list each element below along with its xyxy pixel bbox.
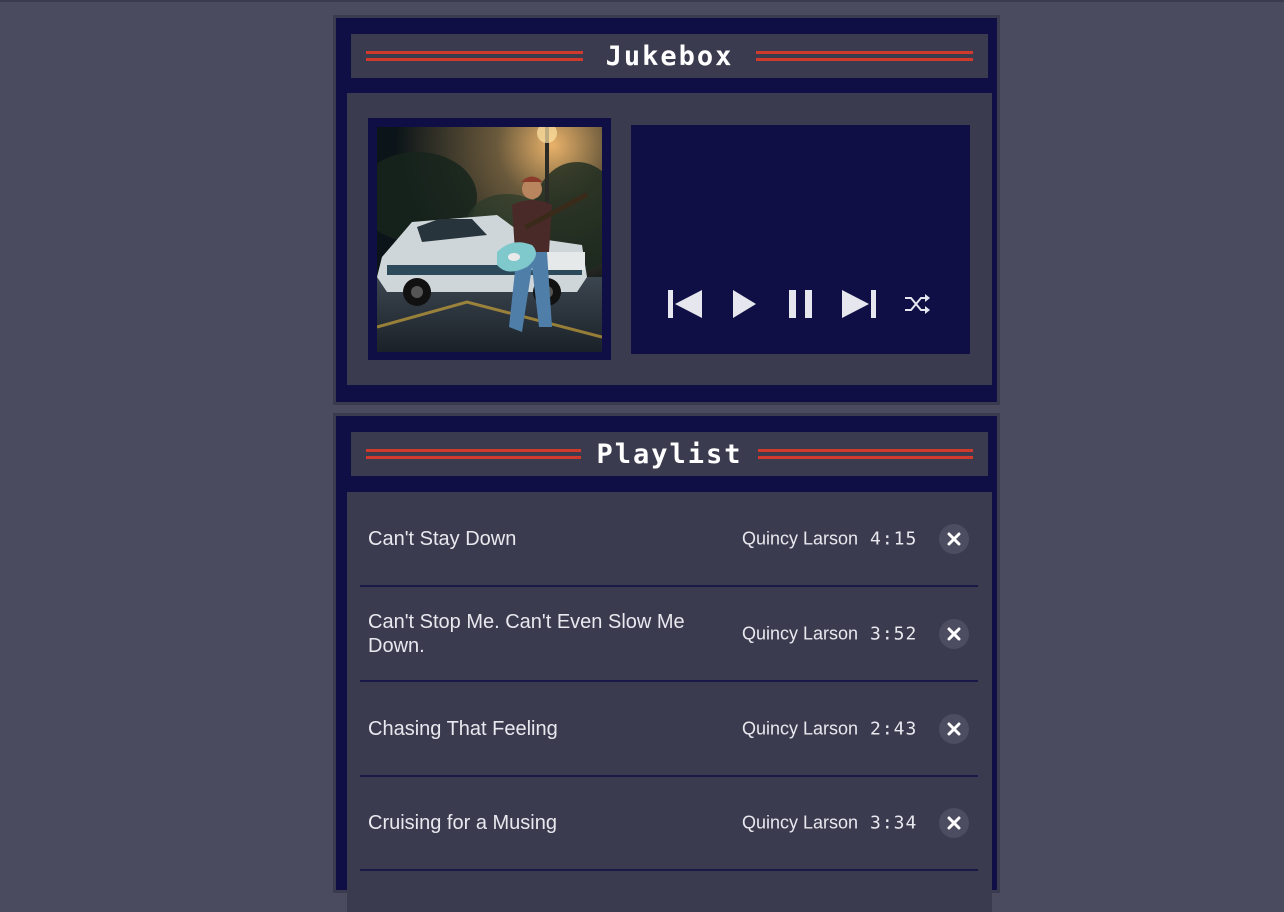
album-art-image [377,127,602,352]
shuffle-icon [904,294,930,314]
song-duration: 2:43 [870,718,918,739]
playlist-song[interactable]: Can't Stop Me. Can't Even Slow Me Down. … [360,587,978,682]
skip-previous-icon [667,290,702,318]
player-display [631,125,970,354]
player-title: Jukebox [605,40,734,72]
delete-song-button[interactable] [939,523,969,554]
song-title: Can't Stay Down [368,527,517,550]
shuffle-button[interactable] [888,284,946,324]
close-icon [947,722,961,735]
playlist-list: Can't Stay Down Quincy Larson 4:15 Can't… [347,492,992,912]
playlist-song[interactable]: Can't Stay Down Quincy Larson 4:15 [360,492,978,587]
song-artist: Quincy Larson [742,812,859,832]
album-art-frame [368,118,611,360]
song-duration: 3:34 [870,812,918,833]
song-artist: Quincy Larson [742,528,859,548]
delete-song-button[interactable] [939,618,969,649]
song-artist: Quincy Larson [742,623,859,643]
skip-next-icon [841,290,876,318]
song-title: Can't Stop Me. Can't Even Slow Me Down. [368,610,685,657]
song-title: Chasing That Feeling [368,717,558,740]
top-border [0,0,1284,2]
close-icon [947,627,961,640]
close-icon [947,816,961,829]
player-body [347,93,992,385]
playlist-header: Playlist [351,432,988,476]
next-button[interactable] [830,284,888,324]
playlist-song[interactable]: Cruising for a Musing Quincy Larson 3:34 [360,776,978,871]
play-button[interactable] [714,284,772,324]
delete-song-button[interactable] [939,713,969,744]
play-icon [732,290,756,318]
close-icon [947,532,961,545]
album-art [377,127,602,352]
song-artist: Quincy Larson [742,718,859,738]
playlist-title: Playlist [596,438,743,470]
song-duration: 3:52 [870,623,918,644]
header-decor-left [366,447,581,461]
player-header: Jukebox [351,34,988,78]
song-duration: 4:15 [870,528,918,549]
delete-song-button[interactable] [939,807,969,838]
playlist-panel: Playlist Can't Stay Down Quincy Larson 4… [333,413,1000,912]
header-decor-right [758,447,973,461]
previous-button[interactable] [656,284,714,324]
pause-icon [788,290,812,318]
playlist-song[interactable]: Chasing That Feeling Quincy Larson 2:43 [360,682,978,777]
player-controls [631,284,970,324]
song-title: Cruising for a Musing [368,811,557,834]
header-decor-right [756,49,973,63]
header-decor-left [366,49,583,63]
player-panel: Jukebox [333,15,1000,405]
pause-button[interactable] [772,284,830,324]
